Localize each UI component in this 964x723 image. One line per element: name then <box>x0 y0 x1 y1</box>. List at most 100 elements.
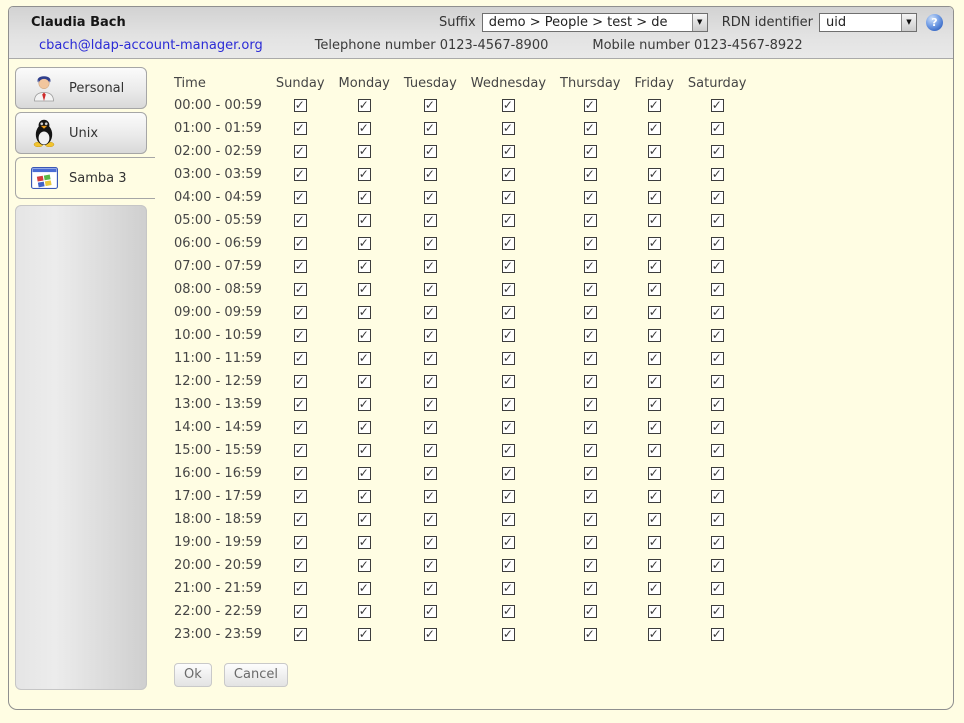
logon-hour-checkbox[interactable] <box>424 559 437 572</box>
logon-hour-checkbox[interactable] <box>294 444 307 457</box>
logon-hour-checkbox[interactable] <box>358 398 371 411</box>
logon-hour-checkbox[interactable] <box>584 421 597 434</box>
logon-hour-checkbox[interactable] <box>584 398 597 411</box>
logon-hour-checkbox[interactable] <box>294 490 307 503</box>
logon-hour-checkbox[interactable] <box>648 145 661 158</box>
logon-hour-checkbox[interactable] <box>584 191 597 204</box>
logon-hour-checkbox[interactable] <box>358 237 371 250</box>
logon-hour-checkbox[interactable] <box>711 168 724 181</box>
logon-hour-checkbox[interactable] <box>648 536 661 549</box>
logon-hour-checkbox[interactable] <box>424 628 437 641</box>
logon-hour-checkbox[interactable] <box>502 329 515 342</box>
logon-hour-checkbox[interactable] <box>711 329 724 342</box>
logon-hour-checkbox[interactable] <box>294 467 307 480</box>
logon-hour-checkbox[interactable] <box>711 191 724 204</box>
logon-hour-checkbox[interactable] <box>711 398 724 411</box>
logon-hour-checkbox[interactable] <box>502 122 515 135</box>
logon-hour-checkbox[interactable] <box>584 467 597 480</box>
logon-hour-checkbox[interactable] <box>424 237 437 250</box>
logon-hour-checkbox[interactable] <box>424 605 437 618</box>
logon-hour-checkbox[interactable] <box>502 283 515 296</box>
logon-hour-checkbox[interactable] <box>584 536 597 549</box>
logon-hour-checkbox[interactable] <box>502 628 515 641</box>
logon-hour-checkbox[interactable] <box>711 283 724 296</box>
logon-hour-checkbox[interactable] <box>711 490 724 503</box>
logon-hour-checkbox[interactable] <box>424 513 437 526</box>
logon-hour-checkbox[interactable] <box>711 467 724 480</box>
logon-hour-checkbox[interactable] <box>424 122 437 135</box>
logon-hour-checkbox[interactable] <box>424 168 437 181</box>
logon-hour-checkbox[interactable] <box>424 582 437 595</box>
logon-hour-checkbox[interactable] <box>648 421 661 434</box>
logon-hour-checkbox[interactable] <box>711 237 724 250</box>
logon-hour-checkbox[interactable] <box>358 214 371 227</box>
logon-hour-checkbox[interactable] <box>648 99 661 112</box>
logon-hour-checkbox[interactable] <box>502 306 515 319</box>
logon-hour-checkbox[interactable] <box>648 122 661 135</box>
logon-hour-checkbox[interactable] <box>584 582 597 595</box>
logon-hour-checkbox[interactable] <box>711 260 724 273</box>
logon-hour-checkbox[interactable] <box>424 444 437 457</box>
logon-hour-checkbox[interactable] <box>358 168 371 181</box>
logon-hour-checkbox[interactable] <box>711 306 724 319</box>
logon-hour-checkbox[interactable] <box>424 306 437 319</box>
logon-hour-checkbox[interactable] <box>584 490 597 503</box>
logon-hour-checkbox[interactable] <box>294 145 307 158</box>
logon-hour-checkbox[interactable] <box>358 628 371 641</box>
logon-hour-checkbox[interactable] <box>502 536 515 549</box>
logon-hour-checkbox[interactable] <box>424 329 437 342</box>
logon-hour-checkbox[interactable] <box>648 352 661 365</box>
logon-hour-checkbox[interactable] <box>424 260 437 273</box>
logon-hour-checkbox[interactable] <box>424 99 437 112</box>
logon-hour-checkbox[interactable] <box>424 283 437 296</box>
logon-hour-checkbox[interactable] <box>584 605 597 618</box>
logon-hour-checkbox[interactable] <box>711 375 724 388</box>
logon-hour-checkbox[interactable] <box>711 605 724 618</box>
logon-hour-checkbox[interactable] <box>358 191 371 204</box>
logon-hour-checkbox[interactable] <box>711 582 724 595</box>
logon-hour-checkbox[interactable] <box>294 260 307 273</box>
logon-hour-checkbox[interactable] <box>294 398 307 411</box>
ok-button[interactable]: Ok <box>174 663 212 687</box>
logon-hour-checkbox[interactable] <box>358 329 371 342</box>
logon-hour-checkbox[interactable] <box>648 467 661 480</box>
logon-hour-checkbox[interactable] <box>502 237 515 250</box>
logon-hour-checkbox[interactable] <box>648 559 661 572</box>
logon-hour-checkbox[interactable] <box>648 237 661 250</box>
logon-hour-checkbox[interactable] <box>648 375 661 388</box>
logon-hour-checkbox[interactable] <box>424 421 437 434</box>
logon-hour-checkbox[interactable] <box>584 352 597 365</box>
logon-hour-checkbox[interactable] <box>711 628 724 641</box>
logon-hour-checkbox[interactable] <box>584 145 597 158</box>
logon-hour-checkbox[interactable] <box>711 145 724 158</box>
logon-hour-checkbox[interactable] <box>294 214 307 227</box>
logon-hour-checkbox[interactable] <box>294 513 307 526</box>
logon-hour-checkbox[interactable] <box>358 375 371 388</box>
suffix-select[interactable]: demo > People > test > de ▼ <box>482 13 708 32</box>
help-icon[interactable]: ? <box>926 14 943 31</box>
logon-hour-checkbox[interactable] <box>648 398 661 411</box>
logon-hour-checkbox[interactable] <box>294 237 307 250</box>
logon-hour-checkbox[interactable] <box>584 168 597 181</box>
logon-hour-checkbox[interactable] <box>358 283 371 296</box>
logon-hour-checkbox[interactable] <box>584 306 597 319</box>
logon-hour-checkbox[interactable] <box>711 536 724 549</box>
logon-hour-checkbox[interactable] <box>358 559 371 572</box>
logon-hour-checkbox[interactable] <box>358 145 371 158</box>
logon-hour-checkbox[interactable] <box>358 352 371 365</box>
logon-hour-checkbox[interactable] <box>294 375 307 388</box>
logon-hour-checkbox[interactable] <box>711 559 724 572</box>
tab-personal[interactable]: Personal <box>15 67 147 109</box>
chevron-down-icon[interactable]: ▼ <box>901 14 916 31</box>
logon-hour-checkbox[interactable] <box>502 260 515 273</box>
logon-hour-checkbox[interactable] <box>648 191 661 204</box>
logon-hour-checkbox[interactable] <box>584 283 597 296</box>
logon-hour-checkbox[interactable] <box>502 191 515 204</box>
logon-hour-checkbox[interactable] <box>648 628 661 641</box>
logon-hour-checkbox[interactable] <box>648 444 661 457</box>
logon-hour-checkbox[interactable] <box>711 352 724 365</box>
logon-hour-checkbox[interactable] <box>294 421 307 434</box>
logon-hour-checkbox[interactable] <box>648 605 661 618</box>
logon-hour-checkbox[interactable] <box>711 513 724 526</box>
email-link[interactable]: cbach@ldap-account-manager.org <box>39 38 263 53</box>
